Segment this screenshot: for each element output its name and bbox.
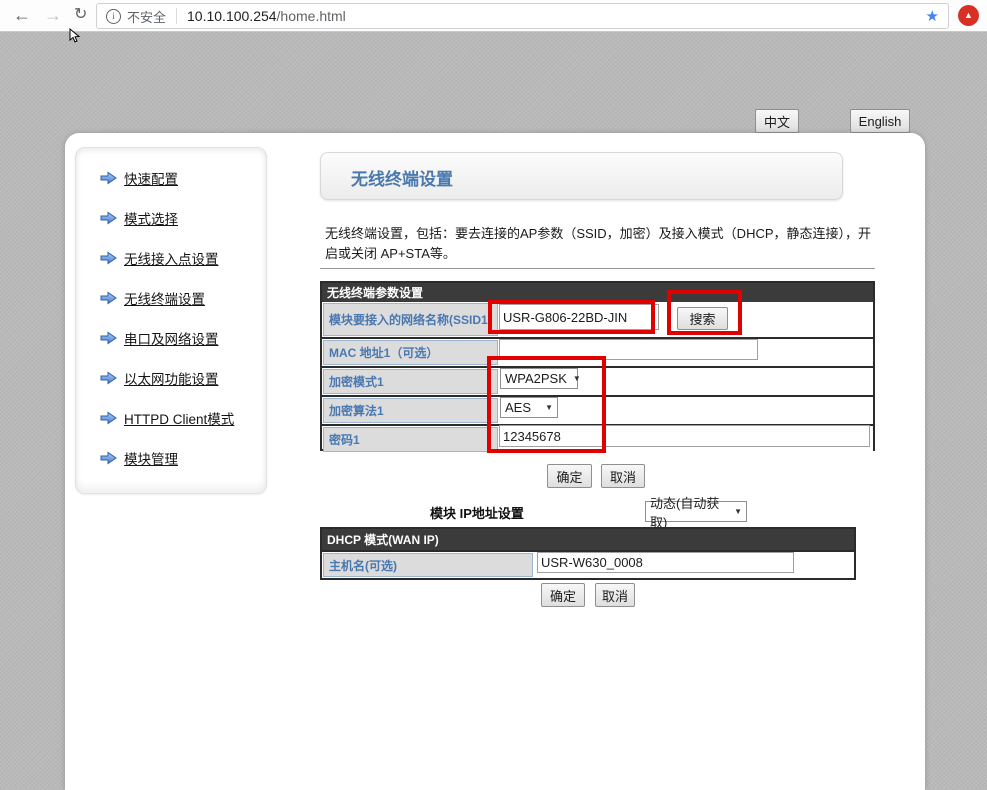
- sidebar-item-label: HTTPD Client模式: [124, 408, 234, 428]
- sidebar-item-label: 快速配置: [124, 168, 178, 188]
- sidebar-item-label: 模块管理: [124, 448, 178, 468]
- sidebar-item-label: 无线终端设置: [124, 288, 205, 308]
- module-ip-label: 模块 IP地址设置: [430, 503, 524, 522]
- hostname-label: 主机名(可选): [323, 553, 533, 577]
- sidebar-item-httpd-client[interactable]: HTTPD Client模式: [100, 408, 234, 428]
- encryption-mode-select[interactable]: WPA2PSK ▼: [500, 368, 578, 389]
- screen: ← → ↻ i 不安全 10.10.100.254 /home.html ★ ▲…: [0, 0, 987, 790]
- url-path[interactable]: /home.html: [277, 8, 346, 24]
- encryption-algorithm-label: 加密算法1: [323, 398, 498, 423]
- sidebar-item-sta-settings[interactable]: 无线终端设置: [100, 288, 234, 308]
- security-label[interactable]: 不安全: [127, 7, 166, 26]
- page-title: 无线终端设置: [351, 165, 842, 190]
- sidebar: 快速配置 模式选择 无线接入点设置 无线终端设置 串口及网络设置 以太网功能设置: [75, 147, 267, 494]
- sidebar-item-quick-config[interactable]: 快速配置: [100, 168, 234, 188]
- password-label: 密码1: [323, 427, 498, 452]
- forward-icon[interactable]: →: [44, 3, 62, 27]
- sta-ok-button[interactable]: 确定: [547, 464, 592, 488]
- sta-table-header: 无线终端参数设置: [322, 283, 873, 302]
- table-row: 加密算法1: [322, 395, 873, 424]
- arrow-right-icon: [100, 251, 117, 265]
- arrow-right-icon: [100, 371, 117, 385]
- hostname-input[interactable]: [537, 552, 794, 573]
- sidebar-item-label: 模式选择: [124, 208, 178, 228]
- chevron-down-icon: ▼: [573, 374, 581, 383]
- chevron-down-icon: ▼: [545, 403, 553, 412]
- encryption-mode-value: WPA2PSK: [505, 371, 567, 386]
- mac-address-input[interactable]: [499, 339, 758, 360]
- mouse-cursor: [69, 28, 81, 44]
- page-description: 无线终端设置，包括：要去连接的AP参数（SSID，加密）及接入模式（DHCP，静…: [325, 224, 875, 264]
- sidebar-item-ap-settings[interactable]: 无线接入点设置: [100, 248, 234, 268]
- arrow-right-icon: [100, 451, 117, 465]
- info-icon[interactable]: i: [106, 9, 121, 24]
- arrow-right-icon: [100, 291, 117, 305]
- encryption-algorithm-select[interactable]: AES ▼: [500, 397, 558, 418]
- bookmark-star-icon[interactable]: ★: [926, 7, 939, 25]
- url-divider: [176, 8, 177, 24]
- ip-mode-value: 动态(自动获取): [650, 493, 728, 531]
- mac-label: MAC 地址1（可选）: [323, 340, 498, 365]
- dhcp-ok-button[interactable]: 确定: [541, 583, 585, 607]
- sidebar-item-label: 以太网功能设置: [124, 368, 219, 388]
- browser-toolbar: ← → ↻ i 不安全 10.10.100.254 /home.html ★ ▲: [0, 0, 987, 32]
- extension-icon[interactable]: ▲: [958, 5, 979, 26]
- search-button[interactable]: 搜索: [677, 307, 728, 330]
- chevron-down-icon: ▼: [734, 507, 742, 516]
- url-host[interactable]: 10.10.100.254: [187, 8, 277, 24]
- address-bar[interactable]: i 不安全 10.10.100.254 /home.html ★: [96, 3, 949, 29]
- sidebar-item-ethernet-settings[interactable]: 以太网功能设置: [100, 368, 234, 388]
- section-divider: [320, 268, 875, 269]
- arrow-right-icon: [100, 331, 117, 345]
- encryption-mode-label: 加密模式1: [323, 369, 498, 394]
- sidebar-menu: 快速配置 模式选择 无线接入点设置 无线终端设置 串口及网络设置 以太网功能设置: [100, 168, 234, 488]
- ssid-input[interactable]: [499, 304, 659, 330]
- arrow-right-icon: [100, 211, 117, 225]
- encryption-algorithm-value: AES: [505, 400, 531, 415]
- sidebar-item-label: 无线接入点设置: [124, 248, 219, 268]
- page-title-box: 无线终端设置: [320, 152, 843, 200]
- sidebar-item-mode-select[interactable]: 模式选择: [100, 208, 234, 228]
- dhcp-cancel-button[interactable]: 取消: [595, 583, 635, 607]
- password-input[interactable]: [499, 425, 870, 447]
- sidebar-item-uart-settings[interactable]: 串口及网络设置: [100, 328, 234, 348]
- arrow-right-icon: [100, 171, 117, 185]
- sidebar-item-label: 串口及网络设置: [124, 328, 219, 348]
- table-row: 加密模式1: [322, 366, 873, 395]
- dhcp-table-header: DHCP 模式(WAN IP): [322, 529, 854, 550]
- ssid-label: 模块要接入的网络名称(SSID1: [323, 303, 498, 336]
- sta-cancel-button[interactable]: 取消: [601, 464, 645, 488]
- lang-chinese-button[interactable]: 中文: [755, 109, 799, 133]
- ip-mode-select[interactable]: 动态(自动获取) ▼: [645, 501, 747, 522]
- back-icon[interactable]: ←: [13, 3, 31, 27]
- sidebar-item-module-management[interactable]: 模块管理: [100, 448, 234, 468]
- arrow-right-icon: [100, 411, 117, 425]
- lang-english-button[interactable]: English: [850, 109, 910, 133]
- reload-icon[interactable]: ↻: [74, 3, 87, 27]
